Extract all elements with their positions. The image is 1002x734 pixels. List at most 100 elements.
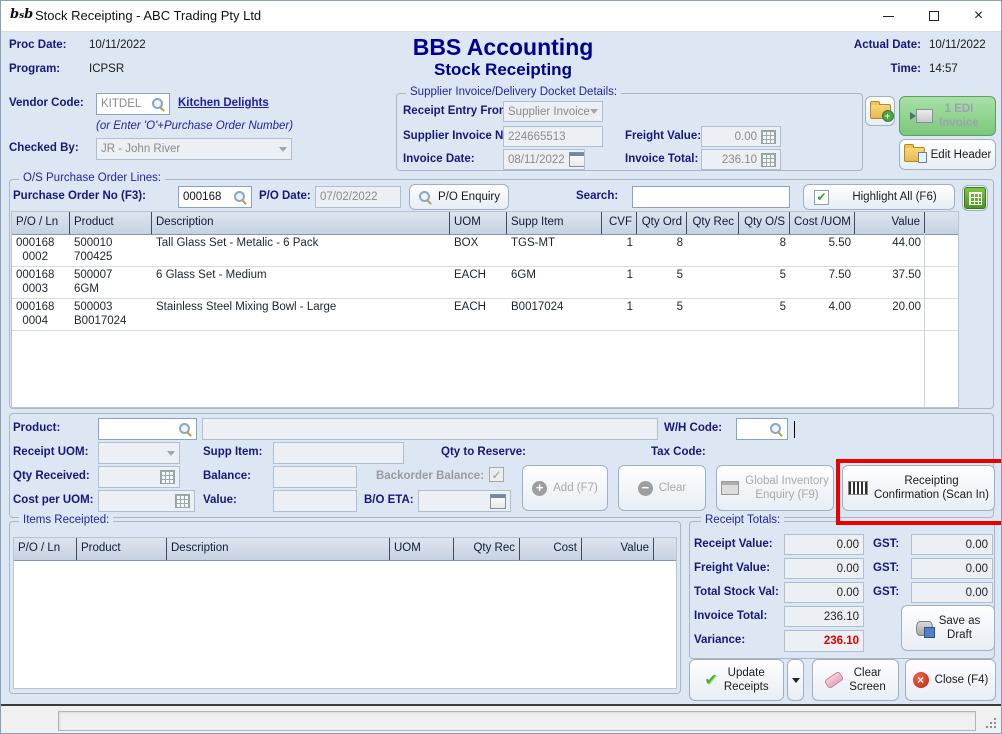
- clear-screen-button[interactable]: Clear Screen: [812, 659, 899, 701]
- edi-invoice-button[interactable]: 1 EDI Invoice: [899, 96, 996, 136]
- edit-header-button[interactable]: Edit Header: [899, 139, 996, 170]
- col-qty-ord[interactable]: Qty Ord: [637, 212, 687, 234]
- col-product[interactable]: Product: [70, 212, 152, 234]
- balance-input: [273, 466, 357, 488]
- receipt-value-label: Receipt Value:: [694, 538, 773, 550]
- total-stock-val-input: 0.00: [784, 582, 864, 603]
- po-search-icon[interactable]: [233, 191, 247, 204]
- close-button[interactable]: × Close (F4): [905, 659, 996, 701]
- calculator-icon[interactable]: [160, 470, 175, 484]
- invoice-total-label: Invoice Total:: [625, 153, 698, 165]
- qty-received-input[interactable]: [98, 466, 180, 488]
- qty-to-reserve-label: Qty to Reserve:: [441, 446, 526, 458]
- po-lines-table: P/O / Ln Product Description UOM Supp It…: [11, 211, 959, 408]
- receipt-entry-from-select[interactable]: Supplier Invoice: [503, 101, 603, 122]
- calculator-icon[interactable]: [175, 494, 190, 508]
- program-value: ICPSR: [89, 63, 124, 75]
- backorder-balance-checkbox[interactable]: ✓: [489, 467, 504, 482]
- table-row[interactable]: 000168 0004 500003 B0017024 Stainless St…: [12, 299, 958, 331]
- dropdown-arrow-icon: [792, 678, 800, 683]
- date-picker-icon[interactable]: [490, 494, 506, 509]
- app-icon[interactable]: bsb: [10, 7, 33, 24]
- resize-grip[interactable]: [986, 718, 998, 730]
- gst-label: GST:: [873, 586, 899, 598]
- close-icon: ×: [974, 8, 983, 24]
- cost-per-uom-label: Cost per UOM:: [13, 494, 94, 506]
- bo-eta-input[interactable]: [418, 490, 511, 512]
- col-uom[interactable]: UOM: [450, 212, 507, 234]
- close-window-button[interactable]: ×: [956, 1, 1001, 31]
- supp-item-input[interactable]: [273, 442, 404, 464]
- attach-document-button[interactable]: [865, 96, 895, 126]
- maximize-button[interactable]: [911, 1, 956, 31]
- col-qty-rec[interactable]: Qty Rec: [687, 212, 739, 234]
- col-value[interactable]: Value: [855, 212, 925, 234]
- receipting-confirmation-button[interactable]: Receipting Confirmation (Scan In): [842, 465, 995, 511]
- freight-total-input: 0.00: [784, 558, 864, 579]
- invoice-date-input[interactable]: 08/11/2022: [503, 149, 585, 170]
- gst-input: 0.00: [911, 534, 993, 555]
- highlight-all-button[interactable]: ✔ Highlight All (F6): [803, 184, 955, 210]
- po-enquiry-button[interactable]: P/O Enquiry: [409, 184, 509, 210]
- vendor-code-input[interactable]: KITDEL: [96, 93, 170, 115]
- gst-label: GST:: [873, 562, 899, 574]
- search-input[interactable]: [632, 186, 790, 208]
- col-supp-item[interactable]: Supp Item: [507, 212, 602, 234]
- update-receipts-dropdown[interactable]: [787, 659, 804, 701]
- invoice-total-input[interactable]: 236.10: [701, 149, 781, 170]
- vendor-name-link[interactable]: Kitchen Delights: [178, 97, 269, 109]
- checked-by-select[interactable]: JR - John River: [96, 138, 292, 160]
- vendor-search-icon[interactable]: [151, 98, 165, 111]
- gst-label: GST:: [873, 538, 899, 550]
- wh-search-icon[interactable]: [769, 423, 783, 436]
- table-row[interactable]: 000168 0003 500007 6GM 6 Glass Set - Med…: [12, 267, 958, 299]
- table-row[interactable]: 000168 0002 500010 700425 Tall Glass Set…: [12, 235, 958, 267]
- po-no-label: Purchase Order No (F3):: [13, 190, 146, 202]
- po-no-input[interactable]: 000168: [178, 186, 252, 208]
- product-search-icon[interactable]: [178, 423, 192, 436]
- po-date-input[interactable]: 07/02/2022: [315, 186, 401, 208]
- calculator-icon[interactable]: [761, 130, 776, 144]
- tax-code-label: Tax Code:: [651, 446, 706, 458]
- checkbox-checked-icon: ✔: [814, 190, 829, 205]
- col-qty-rec[interactable]: Qty Rec: [454, 538, 520, 560]
- date-picker-icon[interactable]: [569, 152, 585, 167]
- freight-value-input[interactable]: 0.00: [701, 126, 781, 147]
- clear-button[interactable]: − Clear: [618, 465, 706, 511]
- col-qty-os[interactable]: Qty O/S: [739, 212, 790, 234]
- receipt-uom-label: Receipt UOM:: [13, 446, 88, 458]
- col-description[interactable]: Description: [152, 212, 450, 234]
- calculator-icon[interactable]: [761, 153, 776, 167]
- product-input[interactable]: [98, 418, 197, 440]
- col-cost-uom[interactable]: Cost /UOM: [790, 212, 855, 234]
- save-as-draft-button[interactable]: Save as Draft: [901, 605, 995, 651]
- table-scrollbar-track[interactable]: [924, 233, 925, 407]
- po-date-label: P/O Date:: [259, 190, 311, 202]
- title-bar: bsb Stock Receipting - ABC Trading Pty L…: [1, 1, 1001, 32]
- product-description-field: [202, 418, 658, 440]
- proc-date-value: 10/11/2022: [89, 39, 146, 51]
- col-po-ln[interactable]: P/O / Ln: [12, 212, 70, 234]
- cost-per-uom-input[interactable]: [98, 490, 195, 512]
- wh-code-input[interactable]: [736, 418, 788, 440]
- col-cost[interactable]: Cost: [520, 538, 582, 560]
- edi-icon: [916, 109, 933, 123]
- add-button[interactable]: + Add (F7): [522, 465, 608, 511]
- supplier-invoice-no-input[interactable]: 224665513: [503, 126, 603, 147]
- freight-total-label: Freight Value:: [694, 562, 770, 574]
- global-inventory-button[interactable]: Global Inventory Enquiry (F9): [716, 465, 834, 511]
- wh-code-label: W/H Code:: [664, 422, 722, 434]
- col-cvf[interactable]: CVF: [602, 212, 637, 234]
- update-receipts-button[interactable]: ✔ Update Receipts: [689, 659, 784, 701]
- bo-eta-label: B/O ETA:: [364, 494, 414, 506]
- program-label: Program:: [9, 63, 60, 75]
- col-value[interactable]: Value: [582, 538, 654, 560]
- receipt-uom-select[interactable]: [98, 442, 180, 464]
- minimize-button[interactable]: [866, 1, 911, 31]
- col-po-ln[interactable]: P/O / Ln: [14, 538, 77, 560]
- export-excel-button[interactable]: [962, 185, 988, 211]
- col-product[interactable]: Product: [77, 538, 167, 560]
- qty-received-label: Qty Received:: [13, 470, 90, 482]
- col-uom[interactable]: UOM: [390, 538, 454, 560]
- col-description[interactable]: Description: [167, 538, 390, 560]
